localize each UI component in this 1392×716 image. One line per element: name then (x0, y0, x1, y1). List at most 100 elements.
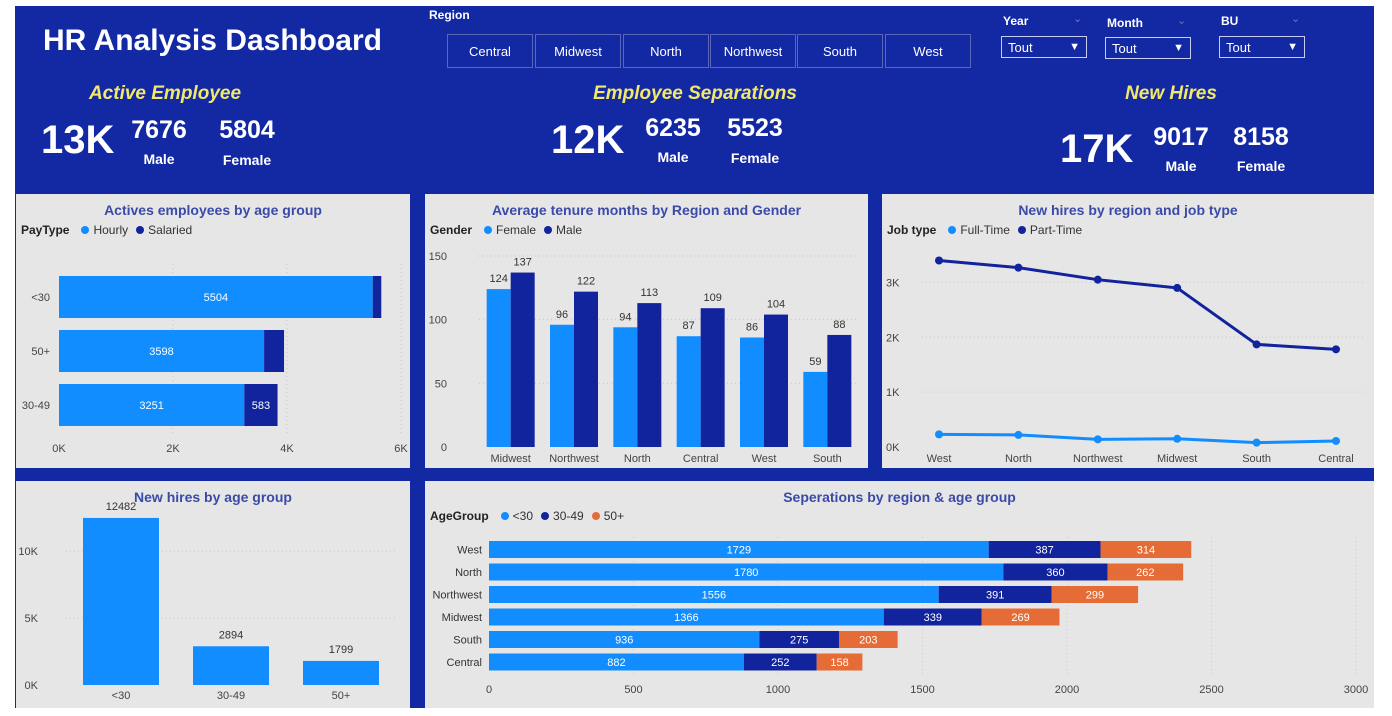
x-tick-label: Northwest (1073, 453, 1123, 465)
bu-dropdown[interactable]: Tout ▼ (1219, 36, 1305, 58)
point-full-time-north (1014, 430, 1023, 439)
bar-female-west (740, 337, 764, 447)
y-tick-label: Northwest (432, 590, 482, 602)
bar-50plus (303, 660, 379, 685)
point-full-time-west (935, 430, 943, 439)
data-label: 88 (833, 319, 845, 331)
y-tick-label: 3K (886, 277, 900, 289)
bar-salaried-50plus (264, 330, 285, 372)
line-full-time (938, 432, 1337, 445)
x-tick-label: 500 (624, 684, 642, 696)
chart-actives-by-age[interactable]: Actives employees by age group PayType H… (16, 194, 410, 468)
chart-separations-svg: 0 500 1000 1500 2000 2500 3000 West 1729 387 314 No… (432, 537, 1368, 696)
y-tick-label: 10K (18, 546, 38, 558)
bar-female-central (676, 336, 701, 447)
bar-female-north (613, 327, 638, 447)
data-label: 59 (809, 356, 821, 368)
x-tick-label: South (813, 453, 842, 465)
y-tick-label: 100 (429, 315, 447, 327)
chevron-down-icon: ⌄ (1291, 13, 1301, 25)
data-label: 122 (577, 276, 595, 288)
x-tick-label: 6K (394, 443, 408, 455)
data-label: 252 (771, 657, 789, 669)
x-tick-label: 1000 (766, 684, 790, 696)
point-part-time-north (1014, 263, 1023, 272)
point-full-time-central (1332, 436, 1340, 445)
x-tick-label: 2500 (1199, 684, 1223, 696)
bar-male-north (637, 303, 662, 447)
data-label: 360 (1046, 567, 1064, 579)
data-label: 12482 (106, 501, 137, 513)
chart-tenure-svg: 0 50 100 150 Midwest 124 137 Northwest 96 122 Nort… (429, 251, 859, 465)
data-label: 86 (746, 321, 758, 333)
data-label: 1780 (734, 567, 758, 579)
point-part-time-west (935, 256, 943, 265)
x-tick-label: Midwest (1157, 453, 1197, 465)
data-label: 5504 (204, 292, 228, 304)
x-tick-label: <30 (112, 690, 131, 702)
chart-new-hires-line-svg: 0K 1K 2K 3K West North Northwest Midwest South Ce… (886, 256, 1364, 465)
region-button-north[interactable]: North (623, 34, 709, 68)
y-tick-label: 30-49 (22, 400, 50, 412)
region-button-central[interactable]: Central (447, 34, 533, 68)
y-tick-label: Midwest (442, 612, 482, 624)
chevron-down-icon: ⌄ (1073, 13, 1083, 25)
chart-tenure-by-region[interactable]: Average tenure months by Region and Gend… (425, 194, 868, 468)
chevron-down-icon: ▼ (1069, 41, 1080, 53)
line-part-time (938, 258, 1337, 351)
region-button-northwest[interactable]: Northwest (710, 34, 796, 68)
y-tick-label: 2K (886, 332, 900, 344)
bar-salaried-lt30 (372, 276, 382, 318)
data-label: 387 (1035, 545, 1053, 557)
month-dropdown[interactable]: Tout ▼ (1105, 37, 1191, 59)
x-tick-label: 4K (280, 443, 294, 455)
kpi-title-active: Active Employee (88, 83, 242, 104)
region-button-west[interactable]: West (885, 34, 971, 68)
point-part-time-midwest (1173, 283, 1182, 292)
data-label: 269 (1011, 612, 1029, 624)
kpi-title-separations: Employee Separations (593, 83, 797, 104)
chart-new-hires-by-region[interactable]: New hires by region and job type Job typ… (882, 194, 1374, 468)
region-button-midwest[interactable]: Midwest (535, 34, 621, 68)
kpi-title-new-hires: New Hires (1125, 83, 1217, 104)
y-tick-label: 50+ (31, 346, 50, 358)
x-tick-label: North (624, 453, 651, 465)
x-tick-label: Northwest (549, 453, 599, 465)
year-dropdown[interactable]: Tout ▼ (1001, 36, 1087, 58)
y-tick-label: Central (447, 657, 482, 669)
chart-separations-by-region[interactable]: Seperations by region & age group AgeGro… (425, 481, 1374, 708)
point-full-time-northwest (1093, 435, 1102, 444)
kpi-male-active: 7676 (131, 116, 187, 144)
region-slicer-label: Region (429, 8, 470, 22)
bu-dropdown-value: Tout (1226, 39, 1251, 55)
data-label: 104 (767, 299, 785, 311)
chart-new-hires-age-svg: 0K 5K 10K 12482 <30 2894 30-49 1799 50+ (18, 501, 396, 702)
data-label: 583 (252, 400, 270, 412)
kpi-male-label: Male (1165, 158, 1197, 174)
x-tick-label: 30-49 (217, 690, 245, 702)
kpi-female-label: Female (730, 150, 780, 166)
chart-actives-svg: 0K 2K 4K 6K <30 5504 50+ 3598 30-49 3251 583 (22, 264, 408, 455)
x-tick-label: West (927, 453, 952, 465)
x-tick-label: Midwest (490, 453, 530, 465)
bar-30-49 (193, 646, 269, 685)
data-label: 882 (607, 657, 625, 669)
bar-female-northwest (550, 324, 574, 447)
kpi-male-new-hires: 9017 (1153, 123, 1209, 151)
y-tick-label: 150 (429, 251, 447, 263)
point-part-time-south (1252, 340, 1261, 349)
region-button-south[interactable]: South (797, 34, 883, 68)
bar-male-south (827, 334, 852, 447)
x-tick-label: 1500 (910, 684, 934, 696)
kpi-female-new-hires: 8158 (1233, 123, 1289, 151)
data-label: 94 (619, 311, 631, 323)
data-label: 137 (513, 257, 531, 269)
point-part-time-central (1332, 345, 1340, 354)
x-tick-label: 2K (166, 443, 180, 455)
y-tick-label: <30 (31, 292, 50, 304)
data-label: 87 (683, 320, 695, 332)
data-label: 203 (859, 635, 877, 647)
chart-new-hires-by-age[interactable]: New hires by age group 0K 5K 10K 12482 <30 28… (16, 481, 410, 708)
data-label: 1366 (674, 612, 698, 624)
kpi-female-separations: 5523 (727, 114, 783, 142)
